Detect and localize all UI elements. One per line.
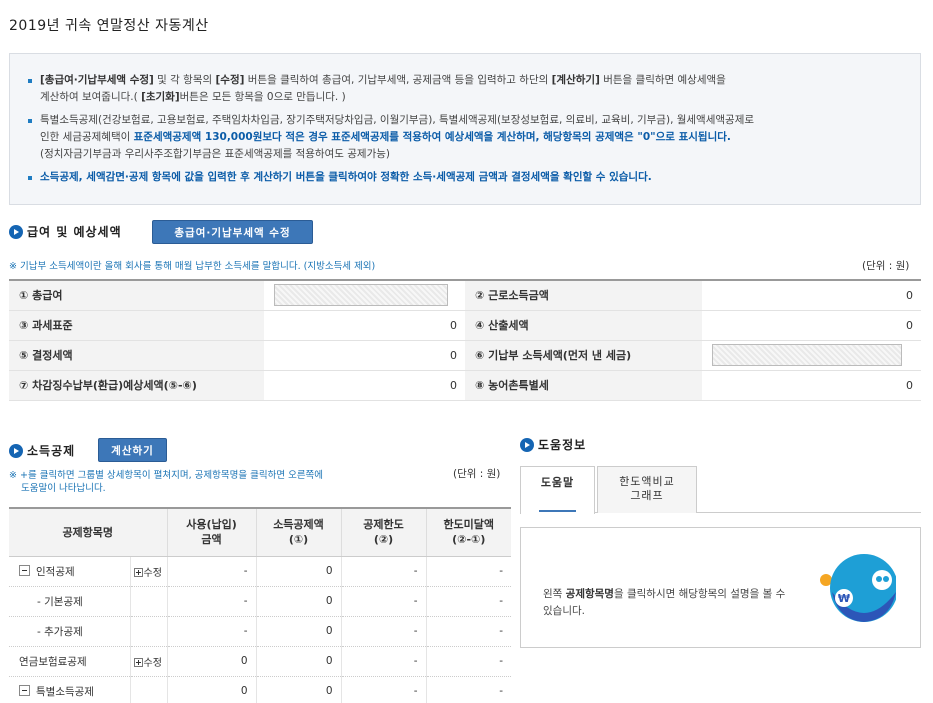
limit-value: - xyxy=(340,616,426,647)
item-name-pension[interactable]: 연금보험료공제 xyxy=(9,646,130,677)
paid-value: - xyxy=(166,616,256,647)
tax-base-label: ③ 과세표준 xyxy=(9,310,264,341)
item-name-special[interactable]: 특별소득공제 xyxy=(9,676,130,703)
remain-value: - xyxy=(425,556,511,587)
col-header-amount: 소득공제액 (①) xyxy=(255,508,341,557)
amount-value: 0 xyxy=(255,676,341,703)
limit-value: - xyxy=(340,646,426,677)
calculate-button[interactable]: 계산하기 xyxy=(98,438,167,462)
paid-value: - xyxy=(166,556,256,587)
remain-value: - xyxy=(425,586,511,617)
determined-tax-value: 0 xyxy=(264,340,465,371)
deduction-section-title: 소득공제 xyxy=(9,442,75,459)
salary-unit: (단위 : 원) xyxy=(862,260,910,272)
col-header-paid: 사용(납입) 금액 xyxy=(166,508,256,557)
total-salary-label: ① 총급여 xyxy=(9,280,264,311)
svg-text:₩: ₩ xyxy=(838,592,850,605)
earned-income-label: ② 근로소득금액 xyxy=(465,280,702,311)
rural-special-tax-label: ⑧ 농어촌특별세 xyxy=(465,370,702,401)
tab-help[interactable]: 도움말 xyxy=(520,466,595,514)
calculated-tax-value: 0 xyxy=(702,310,921,341)
salary-table: ① 총급여 ② 근로소득금액 0 ③ 과세표준 0 ④ 산출세액 0 ⑤ 결정세… xyxy=(9,279,921,401)
arrow-circle-icon xyxy=(9,224,23,239)
notice-line: [총급여·기납부세액 수정] 및 각 항목의 [수정] 버튼을 클릭하여 총급여… xyxy=(28,72,902,106)
expected-refund-label: ⑦ 차감징수납부(환급)예상세액(⑤-⑥) xyxy=(9,370,264,401)
limit-value: - xyxy=(340,556,426,587)
table-row: 인적공제 수정 - 0 - - xyxy=(9,556,511,587)
table-row: - 기본공제 - 0 - - xyxy=(9,586,511,617)
edit-button[interactable]: 수정 xyxy=(129,646,167,677)
item-name-personal[interactable]: 인적공제 xyxy=(9,556,130,587)
remain-value: - xyxy=(425,616,511,647)
limit-value: - xyxy=(340,586,426,617)
tab-limit-graph[interactable]: 한도액비교 그래프 xyxy=(597,466,697,513)
arrow-circle-icon xyxy=(520,437,534,452)
amount-value: 0 xyxy=(255,646,341,677)
help-text: 왼쪽 공제항목명을 클릭하시면 해당항목의 설명을 볼 수 있습니다. xyxy=(543,588,786,617)
salary-row: ⑦ 차감징수납부(환급)예상세액(⑤-⑥) 0 ⑧ 농어촌특별세 0 xyxy=(9,370,921,401)
deduction-header-row: 공제항목명 사용(납입) 금액 소득공제액 (①) 공제한도 (②) 한도미달액 (②-… xyxy=(9,508,511,557)
amount-value: 0 xyxy=(255,586,341,617)
salary-section-title: 급여 및 예상세액 xyxy=(9,223,122,240)
deduction-unit: (단위 : 원) xyxy=(453,468,501,480)
paid-value: - xyxy=(166,586,256,617)
bullet-icon xyxy=(28,79,32,83)
col-header-remain: 한도미달액 (②-①) xyxy=(425,508,511,557)
salary-row: ⑤ 결정세액 0 ⑥ 기납부 소득세액(먼저 낸 세금) xyxy=(9,340,921,371)
collapse-icon[interactable] xyxy=(19,564,30,576)
bullet-icon xyxy=(28,119,32,123)
earned-income-value: 0 xyxy=(702,280,921,311)
page-title: 2019년 귀속 연말정산 자동계산 xyxy=(9,18,209,34)
prepaid-tax-input[interactable] xyxy=(712,344,902,366)
prepaid-tax-label: ⑥ 기납부 소득세액(먼저 낸 세금) xyxy=(465,340,702,371)
determined-tax-label: ⑤ 결정세액 xyxy=(9,340,264,371)
tax-base-value: 0 xyxy=(264,310,465,341)
amount-value: 0 xyxy=(255,616,341,647)
salary-row: ① 총급여 ② 근로소득금액 0 xyxy=(9,280,921,311)
col-header-name: 공제항목명 xyxy=(9,508,167,557)
amount-value: 0 xyxy=(255,556,341,587)
collapse-icon[interactable] xyxy=(19,684,30,696)
notice-line: 특별소득공제(건강보험료, 고용보험료, 주택임차차입금, 장기주택저당차입금,… xyxy=(28,112,902,163)
notice-line: 소득공제, 세액감면·공제 항목에 값을 입력한 후 계산하기 버튼을 클릭하여… xyxy=(28,169,902,186)
col-header-limit: 공제한도 (②) xyxy=(340,508,426,557)
bullet-icon xyxy=(28,176,32,180)
rural-special-tax-value: 0 xyxy=(702,370,921,401)
salary-row: ③ 과세표준 0 ④ 산출세액 0 xyxy=(9,310,921,341)
edit-salary-button[interactable]: 총급여·기납부세액 수정 xyxy=(152,220,313,244)
item-name-basic[interactable]: - 기본공제 xyxy=(9,586,130,617)
plus-icon xyxy=(133,657,143,667)
help-panel: 왼쪽 공제항목명을 클릭하시면 해당항목의 설명을 볼 수 있습니다. ₩ xyxy=(520,527,921,648)
salary-note: ※ 기납부 소득세액이란 올해 회사를 통해 매월 납부한 소득세를 말합니다.… xyxy=(9,261,376,272)
table-row: - 추가공제 - 0 - - xyxy=(9,616,511,647)
remain-value: - xyxy=(425,646,511,677)
table-row: 연금보험료공제 수정 0 0 - - xyxy=(9,646,511,677)
paid-value: 0 xyxy=(166,646,256,677)
mascot-icon: ₩ xyxy=(820,554,896,622)
limit-value: - xyxy=(340,676,426,703)
edit-button[interactable]: 수정 xyxy=(129,556,167,587)
remain-value: - xyxy=(425,676,511,703)
deduction-note: ※ +를 클릭하면 그룹별 상세항목이 펼쳐지며, 공제항목명을 클릭하면 오른… xyxy=(9,470,324,494)
help-section-title: 도움정보 xyxy=(520,436,586,453)
expected-refund-value: 0 xyxy=(264,370,465,401)
paid-value: 0 xyxy=(166,676,256,703)
calculated-tax-label: ④ 산출세액 xyxy=(465,310,702,341)
plus-icon xyxy=(133,567,143,577)
total-salary-input[interactable] xyxy=(274,284,448,307)
arrow-circle-icon xyxy=(9,443,23,458)
deduction-table: 공제항목명 사용(납입) 금액 소득공제액 (①) 공제한도 (②) 한도미달액 (②-… xyxy=(9,507,511,703)
item-name-additional[interactable]: - 추가공제 xyxy=(9,616,130,647)
table-row: 특별소득공제 0 0 - - xyxy=(9,676,511,703)
notice-box: [총급여·기납부세액 수정] 및 각 항목의 [수정] 버튼을 클릭하여 총급여… xyxy=(9,53,921,205)
